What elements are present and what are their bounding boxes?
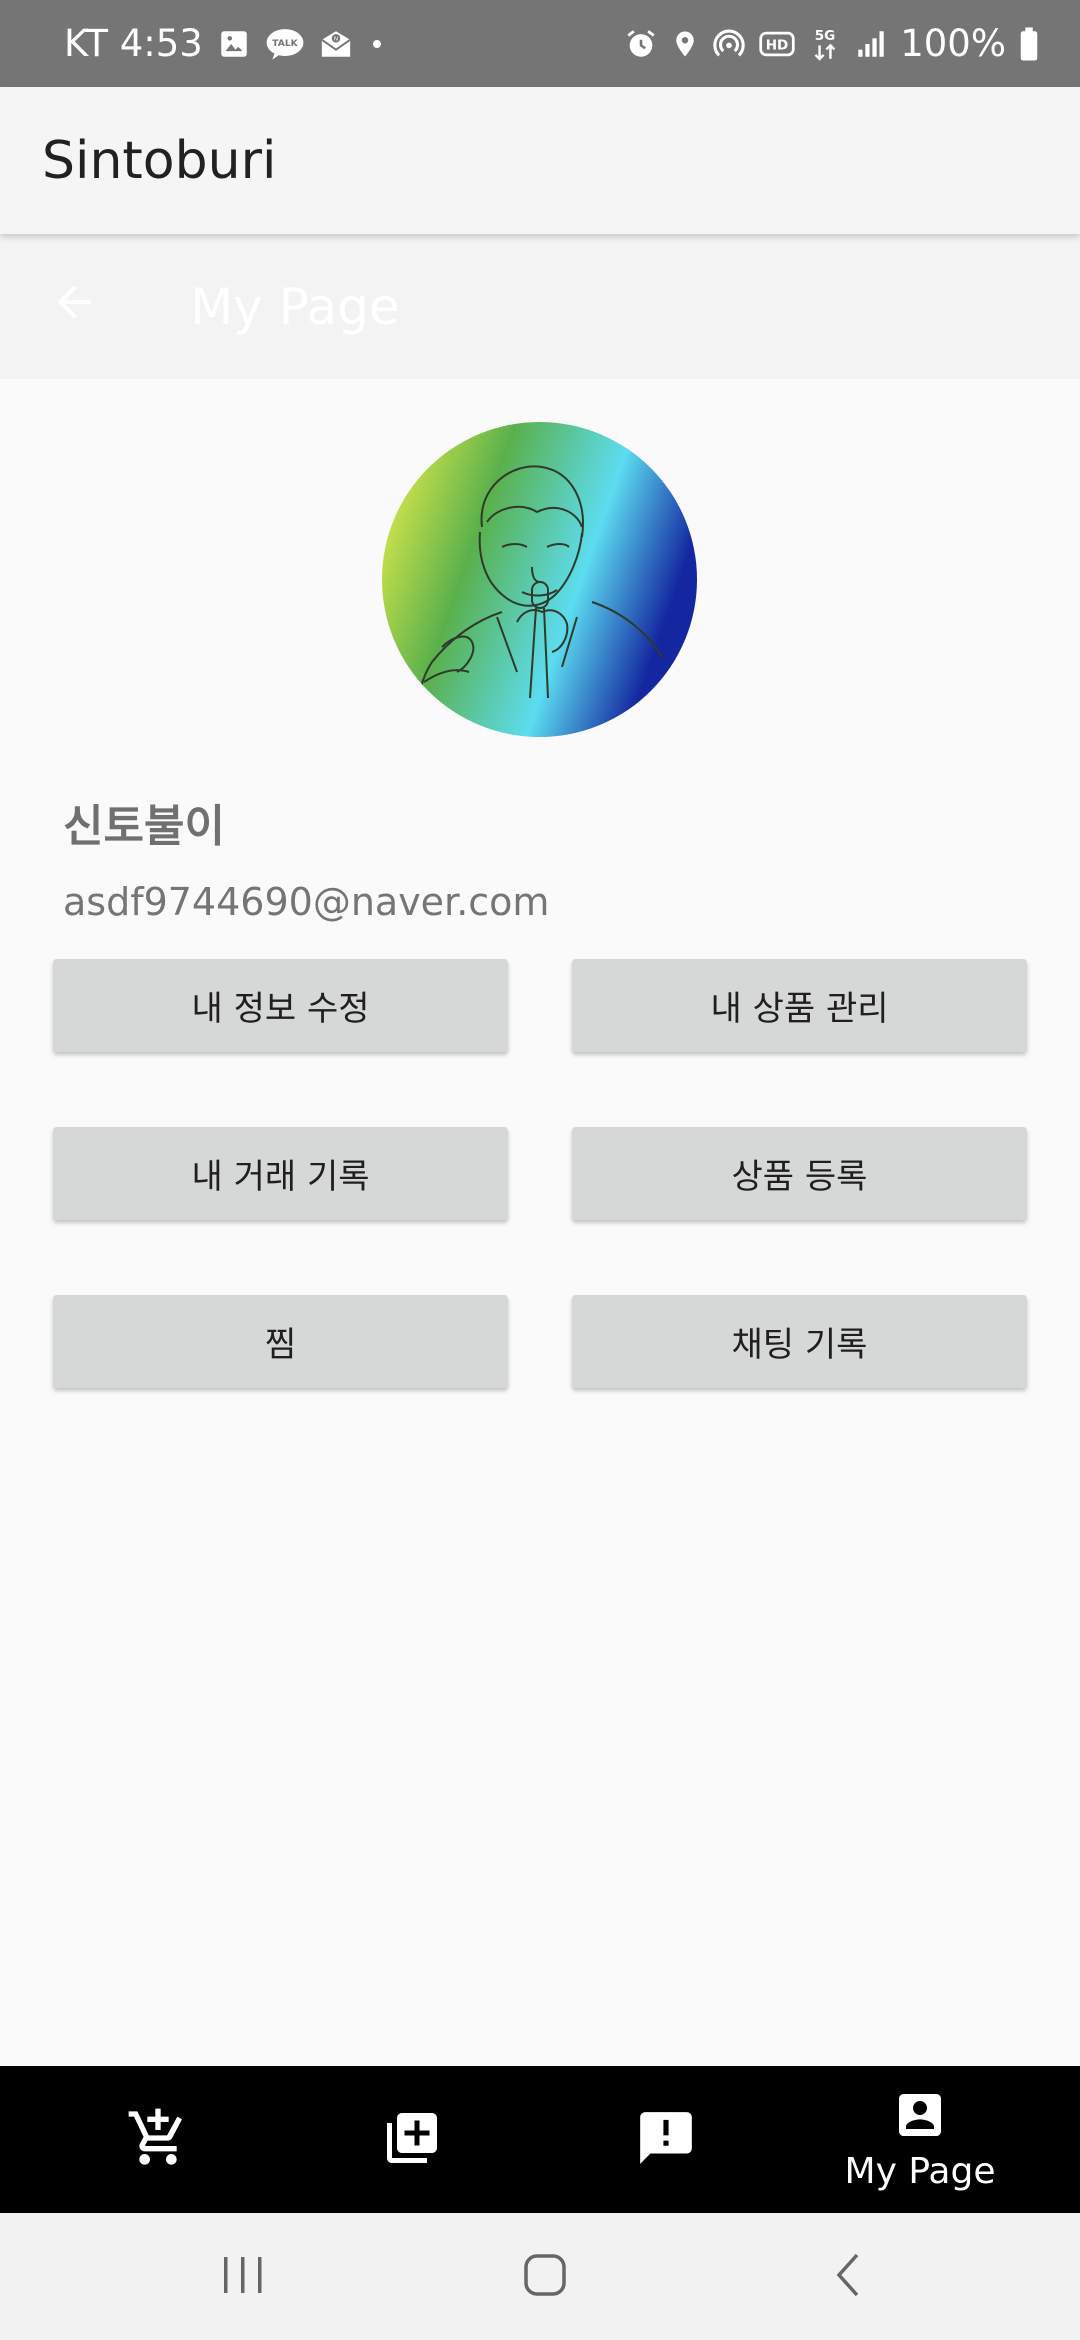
recent-apps-icon [218, 2253, 268, 2301]
battery-icon [1018, 26, 1040, 62]
svg-text:5G: 5G [815, 27, 836, 43]
location-icon [670, 27, 700, 61]
system-back-button[interactable] [788, 2213, 908, 2340]
manage-products-button[interactable]: 내 상품 관리 [572, 959, 1027, 1052]
5g-icon: 5G [808, 25, 842, 63]
nav-item-my-page[interactable]: My Page [800, 2066, 1040, 2213]
system-navigation-bar [0, 2213, 1080, 2340]
nav-item-report[interactable] [546, 2066, 786, 2213]
back-button[interactable] [44, 274, 104, 334]
status-bar: KT 4:53 TALK N HD 5G 100% [0, 0, 1080, 87]
kakaotalk-icon: TALK [265, 27, 305, 61]
svg-text:TALK: TALK [272, 38, 299, 49]
home-icon [522, 2252, 568, 2302]
edit-info-button[interactable]: 내 정보 수정 [53, 959, 508, 1052]
chat-history-button[interactable]: 채팅 기록 [572, 1295, 1027, 1388]
dot-icon [367, 27, 387, 61]
add-to-cart-icon [126, 2106, 190, 2174]
app-bar: Sintoburi [0, 87, 1080, 234]
svg-text:N: N [334, 36, 338, 42]
account-box-icon [892, 2087, 948, 2147]
user-email: asdf9744690@naver.com [63, 880, 550, 924]
carrier-time: KT 4:53 [64, 22, 203, 65]
user-name: 신토불이 [63, 801, 225, 852]
nav-item-add[interactable] [292, 2066, 532, 2213]
hotspot-icon [712, 27, 746, 61]
report-icon [635, 2107, 697, 2173]
hd-icon: HD [758, 27, 796, 61]
alarm-icon [624, 27, 658, 61]
add-box-icon [382, 2108, 442, 2172]
register-product-button[interactable]: 상품 등록 [572, 1127, 1027, 1220]
arrow-left-icon [49, 277, 99, 331]
mail-icon: N [319, 27, 353, 61]
profile-avatar[interactable] [382, 422, 697, 737]
wishlist-button[interactable]: 찜 [53, 1295, 508, 1388]
nav-item-shop[interactable] [38, 2066, 278, 2213]
page-toolbar: My Page [0, 234, 1080, 379]
bottom-navigation: My Page [0, 2066, 1080, 2213]
nav-label-my-page: My Page [844, 2151, 996, 2192]
svg-text:HD: HD [766, 37, 789, 53]
back-icon [833, 2251, 863, 2303]
recent-apps-button[interactable] [183, 2213, 303, 2340]
home-button[interactable] [485, 2213, 605, 2340]
gallery-icon [217, 27, 251, 61]
app-title: Sintoburi [42, 130, 277, 191]
signal-icon [854, 27, 888, 61]
page-title: My Page [190, 277, 400, 336]
avatar-illustration [382, 422, 697, 737]
transaction-history-button[interactable]: 내 거래 기록 [53, 1127, 508, 1220]
battery-percentage: 100% [900, 22, 1006, 65]
